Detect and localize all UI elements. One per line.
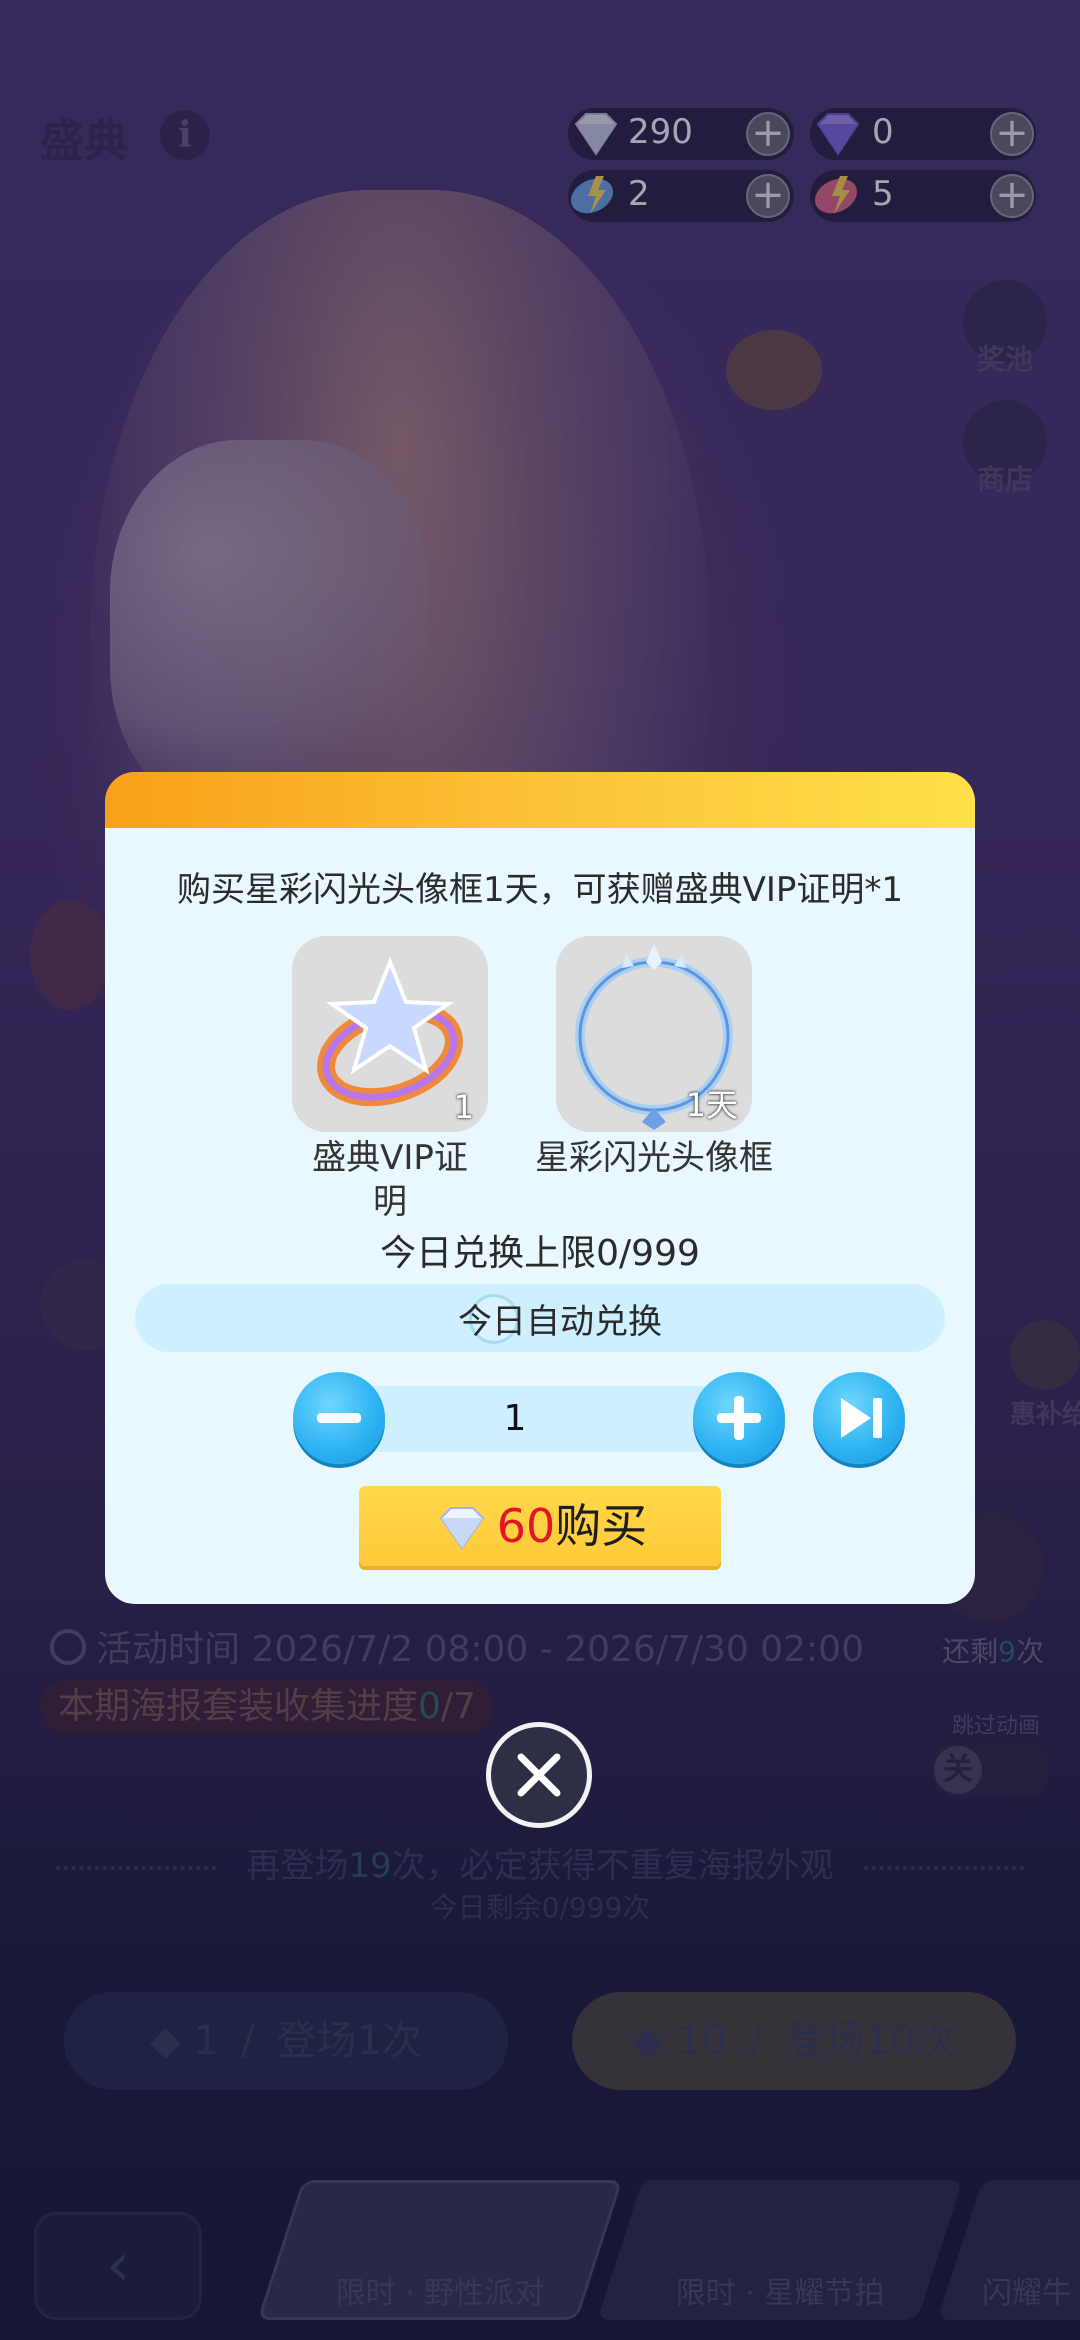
exchange-limit: 今日兑换上限0/999 [380, 1233, 700, 1274]
reward-item-name: 盛典VIP证明 [312, 1138, 468, 1222]
buy-button[interactable]: 60购买 [359, 1486, 721, 1566]
reward-item-name: 星彩闪光头像框 [535, 1138, 773, 1178]
plus-icon [717, 1396, 761, 1440]
auto-exchange-label: 今日自动兑换 [458, 1302, 662, 1342]
diamond-icon [439, 1507, 485, 1550]
reward-item-frame[interactable]: 1天 星彩闪光头像框 [529, 936, 779, 1180]
purchase-dialog: 购买星彩闪光头像框1天，可获赠盛典VIP证明*1 1 盛典VIP证明 1天 星彩 [105, 772, 975, 1604]
buy-price: 60 [496, 1499, 556, 1553]
reward-item-qty: 1 [453, 1088, 474, 1126]
buy-label: 购买 [555, 1499, 648, 1553]
close-dialog-button[interactable] [486, 1722, 592, 1828]
decrease-button[interactable] [293, 1372, 385, 1464]
max-quantity-button[interactable] [813, 1372, 905, 1464]
minus-icon [317, 1413, 361, 1423]
reward-item-box: 1天 [556, 936, 752, 1132]
increase-button[interactable] [693, 1372, 785, 1464]
reward-item-box: 1 [292, 936, 488, 1132]
dialog-description: 购买星彩闪光头像框1天，可获赠盛典VIP证明*1 [176, 870, 904, 910]
auto-exchange-row[interactable]: 今日自动兑换 [135, 1284, 945, 1352]
dialog-header-bar [105, 772, 975, 828]
skip-to-end-icon [841, 1398, 882, 1438]
close-icon [517, 1753, 561, 1797]
reward-item-qty: 1天 [685, 1086, 738, 1124]
reward-item-vip[interactable]: 1 盛典VIP证明 [265, 936, 515, 1224]
